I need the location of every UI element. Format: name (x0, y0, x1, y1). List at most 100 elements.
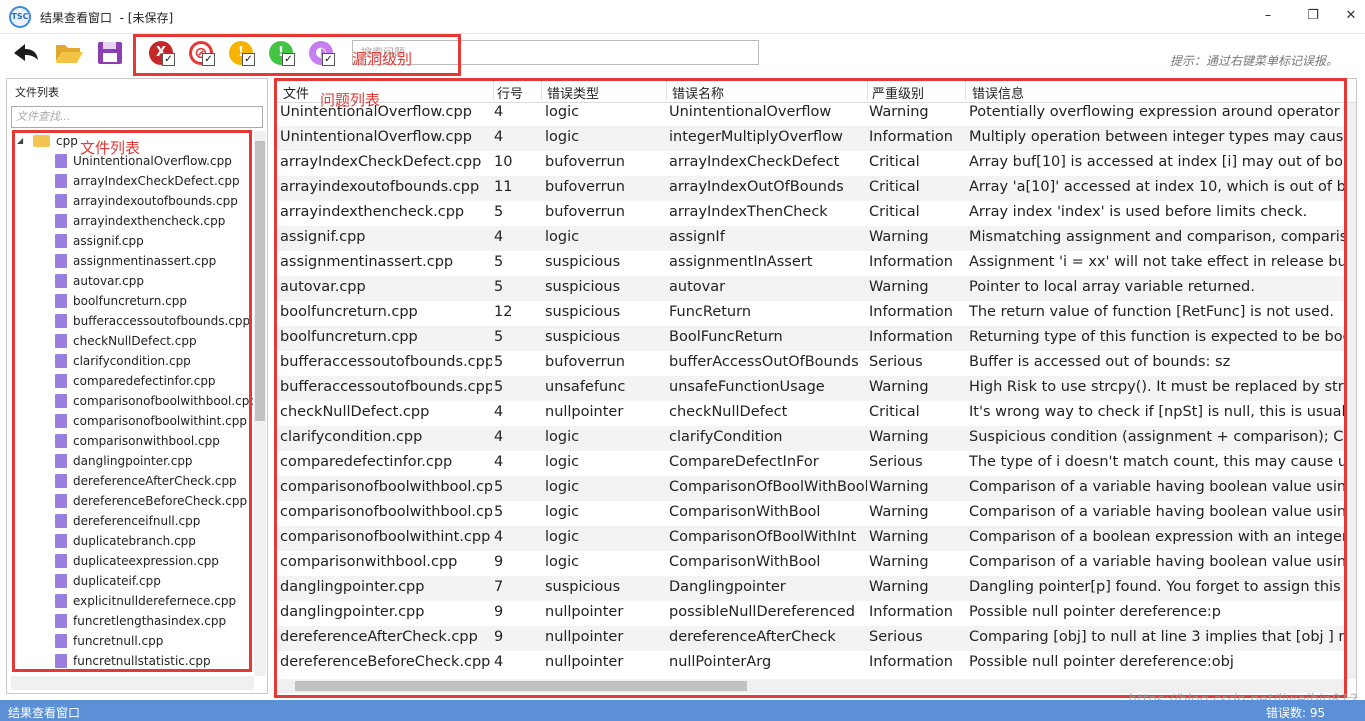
col-header-line[interactable]: 行号 (497, 83, 523, 102)
cell-message: Pointer to local array variable returned… (969, 279, 1255, 295)
file-list-item[interactable]: explicitnullderefernece.cpp (55, 591, 236, 611)
file-list-item[interactable]: duplicatebranch.cpp (55, 531, 196, 551)
cpp-file-icon (55, 233, 67, 248)
file-list-item[interactable]: dereferenceAfterCheck.cpp (55, 471, 237, 491)
cell-error-type: nullpointer (545, 629, 624, 645)
save-button[interactable] (96, 38, 126, 68)
close-button[interactable]: ✕ (1335, 4, 1365, 28)
table-row[interactable]: UnintentionalOverflow.cpp 4 logic Unintenti… (275, 101, 1345, 126)
table-row[interactable]: UnintentionalOverflow.cpp 4 logic integerMu… (275, 126, 1345, 151)
filter-critical-toggle[interactable]: X ✓ (148, 39, 180, 69)
cell-file: danglingpointer.cpp (280, 579, 425, 595)
file-list-item[interactable]: comparisonwithbool.cpp (55, 431, 220, 451)
cell-line: 4 (494, 404, 504, 420)
expand-arrow-icon[interactable]: ◢ (17, 131, 23, 151)
file-list-item[interactable]: comparisonofboolwithint.cpp (55, 411, 247, 431)
table-row[interactable]: danglingpointer.cpp 7 suspicious Danglingpo… (275, 576, 1345, 601)
restore-button[interactable]: ❐ (1297, 4, 1329, 28)
file-list-item[interactable]: boolfuncreturn.cpp (55, 291, 187, 311)
file-name: autovar.cpp (73, 274, 144, 288)
col-header-file[interactable]: 文件 (283, 83, 309, 102)
col-header-message[interactable]: 错误信息 (972, 83, 1024, 102)
file-list-scroll-thumb[interactable] (255, 141, 265, 421)
table-vertical-scrollbar[interactable] (1345, 103, 1356, 679)
cell-error-name: clarifyCondition (669, 429, 783, 445)
table-row[interactable]: clarifycondition.cpp 4 logic clarifyConditi… (275, 426, 1345, 451)
filter-style-toggle[interactable]: ◐ ✓ (308, 39, 340, 69)
file-name: funcretnull.cpp (73, 634, 164, 648)
file-list-item[interactable]: assignif.cpp (55, 231, 144, 251)
table-row[interactable]: arrayindexoutofbounds.cpp 11 bufoverrun arr… (275, 176, 1345, 201)
file-list-item[interactable]: danglingpointer.cpp (55, 451, 193, 471)
cell-message: It's wrong way to check if [npSt] is nul… (969, 404, 1345, 420)
file-list-item[interactable]: comparisonofboolwithbool.cpp (55, 391, 253, 411)
cell-error-name: Danglingpointer (669, 579, 786, 595)
table-row[interactable]: dereferenceAfterCheck.cpp 9 nullpointer der… (275, 626, 1345, 651)
table-row[interactable]: bufferaccessoutofbounds.cpp 5 bufoverrun bu… (275, 351, 1345, 376)
col-header-error-type[interactable]: 错误类型 (547, 83, 599, 102)
filter-information-toggle[interactable]: ! ✓ (268, 39, 300, 69)
file-list-item[interactable]: duplicateexpression.cpp (55, 551, 219, 571)
cpp-file-icon (55, 553, 67, 568)
filter-serious-toggle[interactable]: ⊘ ✓ (188, 39, 220, 69)
cell-severity: Information (869, 304, 953, 320)
file-list-item[interactable]: arrayindexthencheck.cpp (55, 211, 225, 231)
file-list-item[interactable]: comparedefectinfor.cpp (55, 371, 216, 391)
file-list-item[interactable]: dereferenceBeforeCheck.cpp (55, 491, 247, 511)
table-row[interactable]: dereferenceBeforeCheck.cpp 4 nullpointer nu… (275, 651, 1345, 676)
critical-checkbox[interactable]: ✓ (162, 53, 175, 66)
file-list-horizontal-scrollbar[interactable] (11, 676, 254, 690)
table-row[interactable]: danglingpointer.cpp 9 nullpointer possibleN… (275, 601, 1345, 626)
cell-file: arrayindexthencheck.cpp (280, 204, 465, 220)
file-list-item[interactable]: dereferenceifnull.cpp (55, 511, 200, 531)
file-name: assignmentinassert.cpp (73, 254, 217, 268)
file-list-item[interactable]: arrayIndexCheckDefect.cpp (55, 171, 240, 191)
table-row[interactable]: boolfuncreturn.cpp 12 suspicious FuncReturn… (275, 301, 1345, 326)
style-checkbox[interactable]: ✓ (322, 53, 335, 66)
issue-search-input[interactable]: 搜索问题 (352, 40, 759, 65)
minimize-button[interactable]: – (1252, 4, 1284, 28)
file-list-item[interactable]: arrayindexoutofbounds.cpp (55, 191, 238, 211)
serious-checkbox[interactable]: ✓ (202, 53, 215, 66)
table-row[interactable]: boolfuncreturn.cpp 5 suspicious BoolFuncRet… (275, 326, 1345, 351)
cell-error-name: bufferAccessOutOfBounds (669, 354, 859, 370)
table-row[interactable]: checkNullDefect.cpp 4 nullpointer checkNull… (275, 401, 1345, 426)
file-list-item[interactable]: clarifycondition.cpp (55, 351, 191, 371)
table-row[interactable]: comparisonofboolwithint.cpp 4 logic Compari… (275, 526, 1345, 551)
cell-line: 5 (494, 279, 504, 295)
table-row[interactable]: arrayIndexCheckDefect.cpp 10 bufoverrun arr… (275, 151, 1345, 176)
file-list-item[interactable]: checkNullDefect.cpp (55, 331, 197, 351)
file-list-item[interactable]: funcretlengthasindex.cpp (55, 611, 226, 631)
file-list-item[interactable]: autovar.cpp (55, 271, 144, 291)
table-horizontal-scroll-thumb[interactable] (295, 681, 747, 691)
table-row[interactable]: comparisonofboolwithbool.cpp 5 logic Compar… (275, 476, 1345, 501)
table-row[interactable]: assignif.cpp 4 logic assignIf Warning Mismatc… (275, 226, 1345, 251)
file-list-item[interactable]: duplicateif.cpp (55, 571, 161, 591)
table-row[interactable]: autovar.cpp 5 suspicious autovar Warning Poin… (275, 276, 1345, 301)
cell-severity: Information (869, 254, 953, 270)
file-list-item[interactable]: assignmentinassert.cpp (55, 251, 216, 271)
col-header-error-name[interactable]: 错误名称 (672, 83, 724, 102)
file-list-item[interactable]: bufferaccessoutofbounds.cpp (55, 311, 250, 331)
file-name: comparisonwithbool.cpp (73, 434, 220, 448)
file-list-item[interactable]: funcretnull.cpp (55, 631, 163, 651)
table-row[interactable]: comparisonofboolwithbool.cpp 5 logic Compar… (275, 501, 1345, 526)
cpp-file-icon (55, 293, 67, 308)
tree-folder-cpp[interactable]: cpp (33, 131, 78, 151)
table-row[interactable]: comparisonwithbool.cpp 9 logic ComparisonWi… (275, 551, 1345, 576)
file-list-item[interactable]: funcretnullstatistic.cpp (55, 651, 211, 671)
file-search-input[interactable]: 文件查找... (11, 106, 263, 128)
table-row[interactable]: arrayindexthencheck.cpp 5 bufoverrun arrayI… (275, 201, 1345, 226)
back-button[interactable] (10, 38, 40, 68)
table-row[interactable]: comparedefectinfor.cpp 4 logic CompareDefec… (275, 451, 1345, 476)
open-folder-button[interactable] (54, 38, 84, 68)
file-name: assignif.cpp (73, 234, 144, 248)
col-header-severity[interactable]: 严重级别 (872, 83, 924, 102)
filter-warning-toggle[interactable]: ! ✓ (228, 39, 260, 69)
table-row[interactable]: assignmentinassert.cpp 5 suspicious assignm… (275, 251, 1345, 276)
file-name: funcretlengthasindex.cpp (73, 614, 227, 628)
warning-checkbox[interactable]: ✓ (242, 53, 255, 66)
file-name: clarifycondition.cpp (73, 354, 191, 368)
table-row[interactable]: bufferaccessoutofbounds.cpp 5 unsafefunc un… (275, 376, 1345, 401)
information-checkbox[interactable]: ✓ (282, 53, 295, 66)
